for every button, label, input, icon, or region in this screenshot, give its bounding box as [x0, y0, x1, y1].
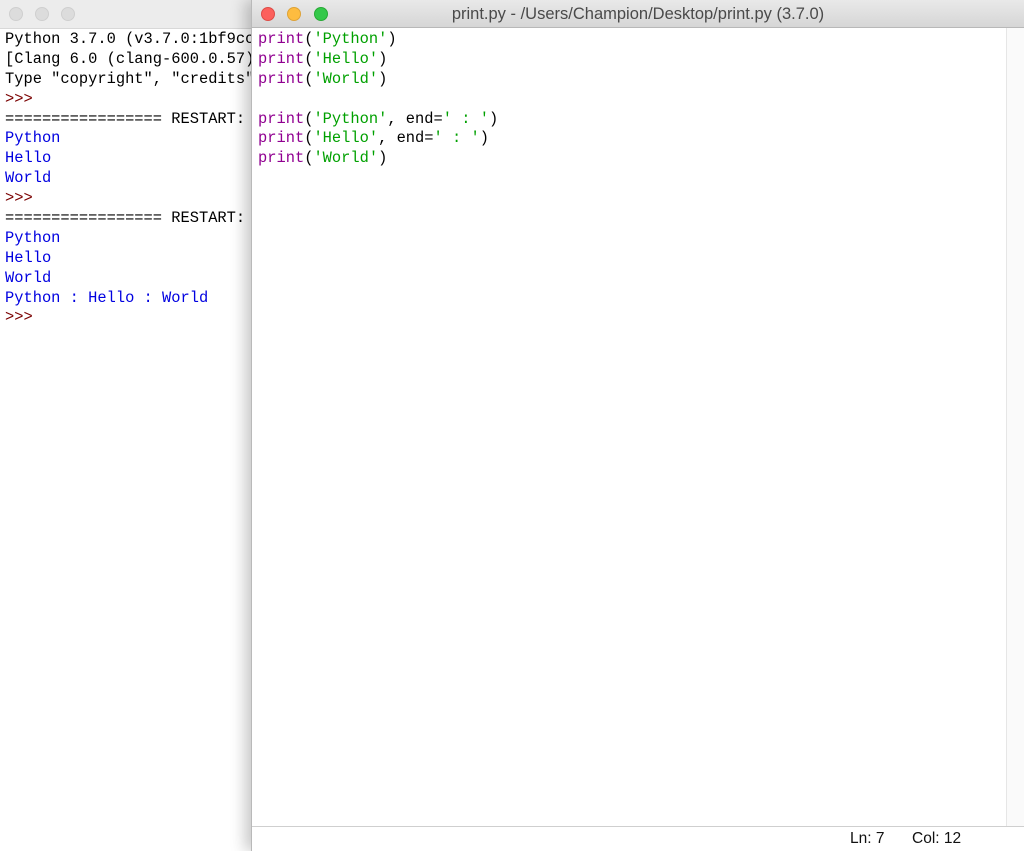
code-punct: )	[387, 30, 397, 48]
code-keyword: print	[258, 30, 305, 48]
code-line: print('Hello')	[258, 50, 498, 70]
status-bar: Ln: 7 Col: 12	[252, 826, 1024, 851]
code-punct: )	[488, 109, 499, 128]
shell-line: Hello	[5, 248, 52, 267]
shell-line: World	[5, 268, 52, 287]
shell-line: Python 3.7.0 (v3.7.0:1bf9cc	[5, 30, 255, 48]
code-editor[interactable]: print('Python') print('Hello') print('Worl…	[258, 30, 498, 169]
shell-line: Python : Hello : World	[5, 288, 209, 307]
code-string: 'Python'	[313, 109, 388, 128]
code-punct: )	[378, 49, 388, 68]
code-string: 'Python'	[313, 30, 388, 48]
code-string: 'Hello'	[313, 49, 379, 68]
shell-line: ================= RESTART:	[5, 209, 246, 228]
shell-line: Hello	[5, 149, 52, 168]
code-line: print('Python')	[258, 30, 498, 50]
code-keyword: print	[258, 69, 305, 88]
code-punct: )	[378, 69, 388, 88]
code-line: print('Hello', end=' : ')	[258, 129, 498, 149]
column-number: Col: 12	[912, 830, 962, 847]
code-keyword: print	[258, 109, 305, 128]
shell-line: Python	[5, 129, 61, 148]
editor-window[interactable]: print.py - /Users/Champion/Desktop/print…	[251, 0, 1024, 851]
code-line: print('World')	[258, 149, 498, 169]
shell-line: [Clang 6.0 (clang-600.0.57)	[5, 49, 255, 68]
shell-prompt: >>>	[5, 89, 33, 108]
code-punct: )	[378, 149, 388, 168]
code-line: print('World')	[258, 70, 498, 90]
code-string: 'Hello'	[313, 129, 379, 148]
code-string: 'World'	[313, 149, 379, 168]
close-button[interactable]	[9, 7, 23, 21]
shell-output[interactable]: Python 3.7.0 (v3.7.0:1bf9cc [Clang 6.0 (c…	[5, 30, 254, 328]
code-punct: )	[479, 129, 489, 148]
code-string: ' : '	[442, 109, 489, 128]
shell-titlebar[interactable]	[0, 0, 260, 29]
shell-prompt: >>>	[5, 189, 33, 208]
python-shell-window[interactable]: Python 3.7.0 (v3.7.0:1bf9cc [Clang 6.0 (c…	[0, 0, 260, 851]
code-punct: , end=	[387, 109, 443, 128]
code-string: ' : '	[433, 129, 480, 148]
shell-prompt: >>>	[5, 308, 33, 327]
code-line: print('Python', end=' : ')	[258, 110, 498, 130]
code-keyword: print	[258, 149, 305, 168]
minimize-button[interactable]	[35, 7, 49, 21]
shell-line: Python	[5, 228, 61, 247]
code-keyword: print	[258, 129, 305, 148]
vertical-scrollbar[interactable]	[1006, 28, 1024, 827]
shell-line: World	[5, 169, 52, 188]
zoom-button[interactable]	[61, 7, 75, 21]
editor-titlebar[interactable]: print.py - /Users/Champion/Desktop/print…	[252, 0, 1024, 28]
shell-line: Type "copyright", "credits"	[5, 69, 255, 88]
shell-line: ================= RESTART:	[5, 109, 246, 128]
code-punct: , end=	[378, 129, 434, 148]
code-keyword: print	[258, 49, 305, 68]
code-string: 'World'	[313, 69, 379, 88]
window-title: print.py - /Users/Champion/Desktop/print…	[451, 5, 825, 23]
line-number: Ln: 7	[850, 830, 885, 847]
